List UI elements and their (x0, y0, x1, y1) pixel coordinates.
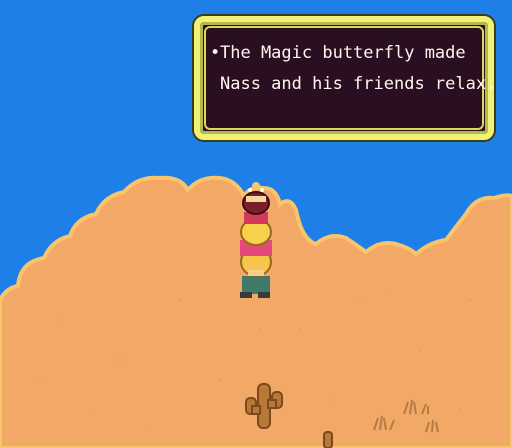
dialog-text: •The Magic butterfly made Nass and his f… (210, 38, 496, 100)
party[interactable] (240, 182, 272, 298)
dialog-line-1: •The Magic butterfly made (210, 38, 480, 69)
small-cactus (323, 431, 333, 448)
sparkle-icon (252, 182, 260, 190)
dialog-line-2-text: Nass and his friends relax. (220, 74, 497, 94)
dialog-line-2: Nass and his friends relax. (210, 69, 496, 100)
dialog-line-1-text: The Magic butterfly made (220, 43, 466, 63)
dialog-box[interactable]: •The Magic butterfly made Nass and his f… (194, 16, 496, 140)
dialog-bullet: • (210, 43, 221, 63)
party-member-2[interactable] (240, 218, 272, 256)
